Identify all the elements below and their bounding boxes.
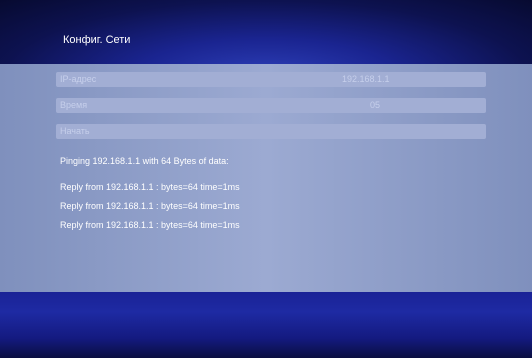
reply-line: Reply from 192.168.1.1 : bytes=64 time=1…: [60, 201, 240, 211]
header-bar: Конфиг. Сети: [0, 0, 532, 64]
ip-address-label: IP-адрес: [60, 74, 97, 84]
ping-header: Pinging 192.168.1.1 with 64 Bytes of dat…: [60, 156, 229, 166]
time-field[interactable]: Время 05: [56, 98, 486, 113]
content-area: IP-адрес 192.168.1.1 Время 05 Начать Pin…: [0, 64, 532, 292]
reply-line: Reply from 192.168.1.1 : bytes=64 time=1…: [60, 182, 240, 192]
reply-line: Reply from 192.168.1.1 : bytes=64 time=1…: [60, 220, 240, 230]
start-label: Начать: [60, 126, 90, 136]
footer-bar: [0, 292, 532, 358]
time-label: Время: [60, 100, 88, 110]
page-title: Конфиг. Сети: [63, 34, 131, 46]
time-value: 05: [370, 100, 381, 110]
app-frame: Конфиг. Сети IP-адрес 192.168.1.1 Время …: [0, 0, 532, 358]
ip-address-field[interactable]: IP-адрес 192.168.1.1: [56, 72, 486, 87]
start-button[interactable]: Начать: [56, 124, 486, 139]
ip-address-value: 192.168.1.1: [342, 74, 390, 84]
